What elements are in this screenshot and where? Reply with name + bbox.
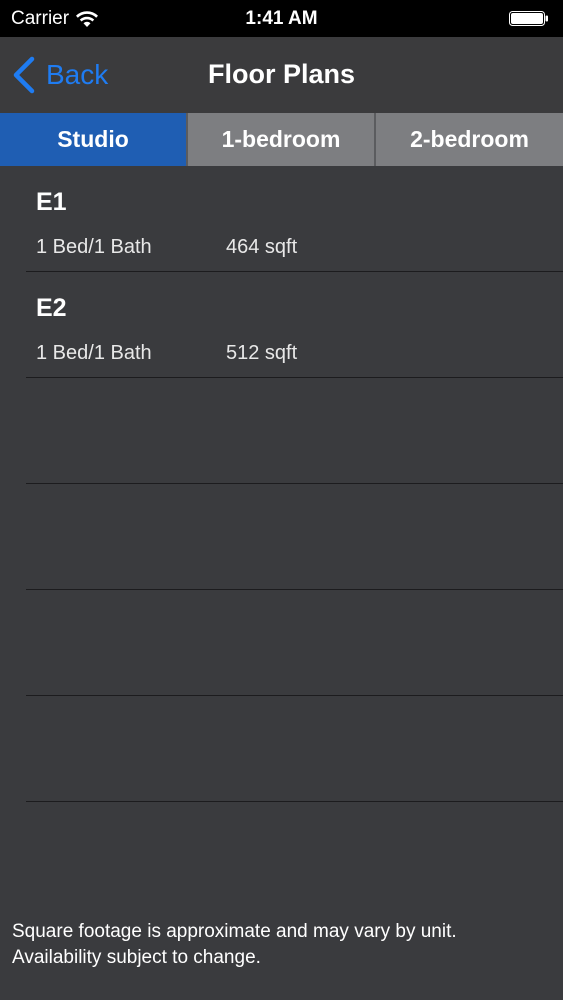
status-bar: Carrier 1:41 AM: [0, 0, 563, 37]
empty-row: [26, 696, 563, 802]
floor-plan-list: E1 1 Bed/1 Bath 464 sqft E2 1 Bed/1 Bath…: [0, 166, 563, 802]
page-title: Floor Plans: [207, 59, 356, 89]
plan-name: E1: [36, 188, 67, 216]
tab-studio[interactable]: Studio: [0, 113, 188, 166]
plan-beds-baths: 1 Bed/1 Bath: [36, 342, 152, 364]
navigation-bar: Back Floor Plans: [0, 37, 563, 113]
disclaimer-line: Availability subject to change.: [12, 947, 261, 968]
empty-row: [26, 590, 563, 696]
floor-plan-tabs: Studio 1-bedroom 2-bedroom: [0, 113, 563, 166]
tab-1-bedroom[interactable]: 1-bedroom: [188, 113, 376, 166]
disclaimer-note: Square footage is approximate and may va…: [12, 919, 557, 971]
plan-square-footage: 512 sqft: [226, 342, 298, 364]
plan-beds-baths: 1 Bed/1 Bath: [36, 236, 152, 258]
list-item[interactable]: E2 1 Bed/1 Bath 512 sqft: [26, 272, 563, 378]
tab-2-bedroom[interactable]: 2-bedroom: [376, 113, 563, 166]
empty-row: [26, 378, 563, 484]
disclaimer-line: Square footage is approximate and may va…: [12, 921, 457, 942]
status-time: 1:41 AM: [245, 8, 318, 29]
list-item[interactable]: E1 1 Bed/1 Bath 464 sqft: [26, 166, 563, 272]
plan-square-footage: 464 sqft: [226, 236, 298, 258]
plan-name: E2: [36, 294, 67, 322]
empty-row: [26, 484, 563, 590]
battery-full-icon: [509, 11, 549, 26]
